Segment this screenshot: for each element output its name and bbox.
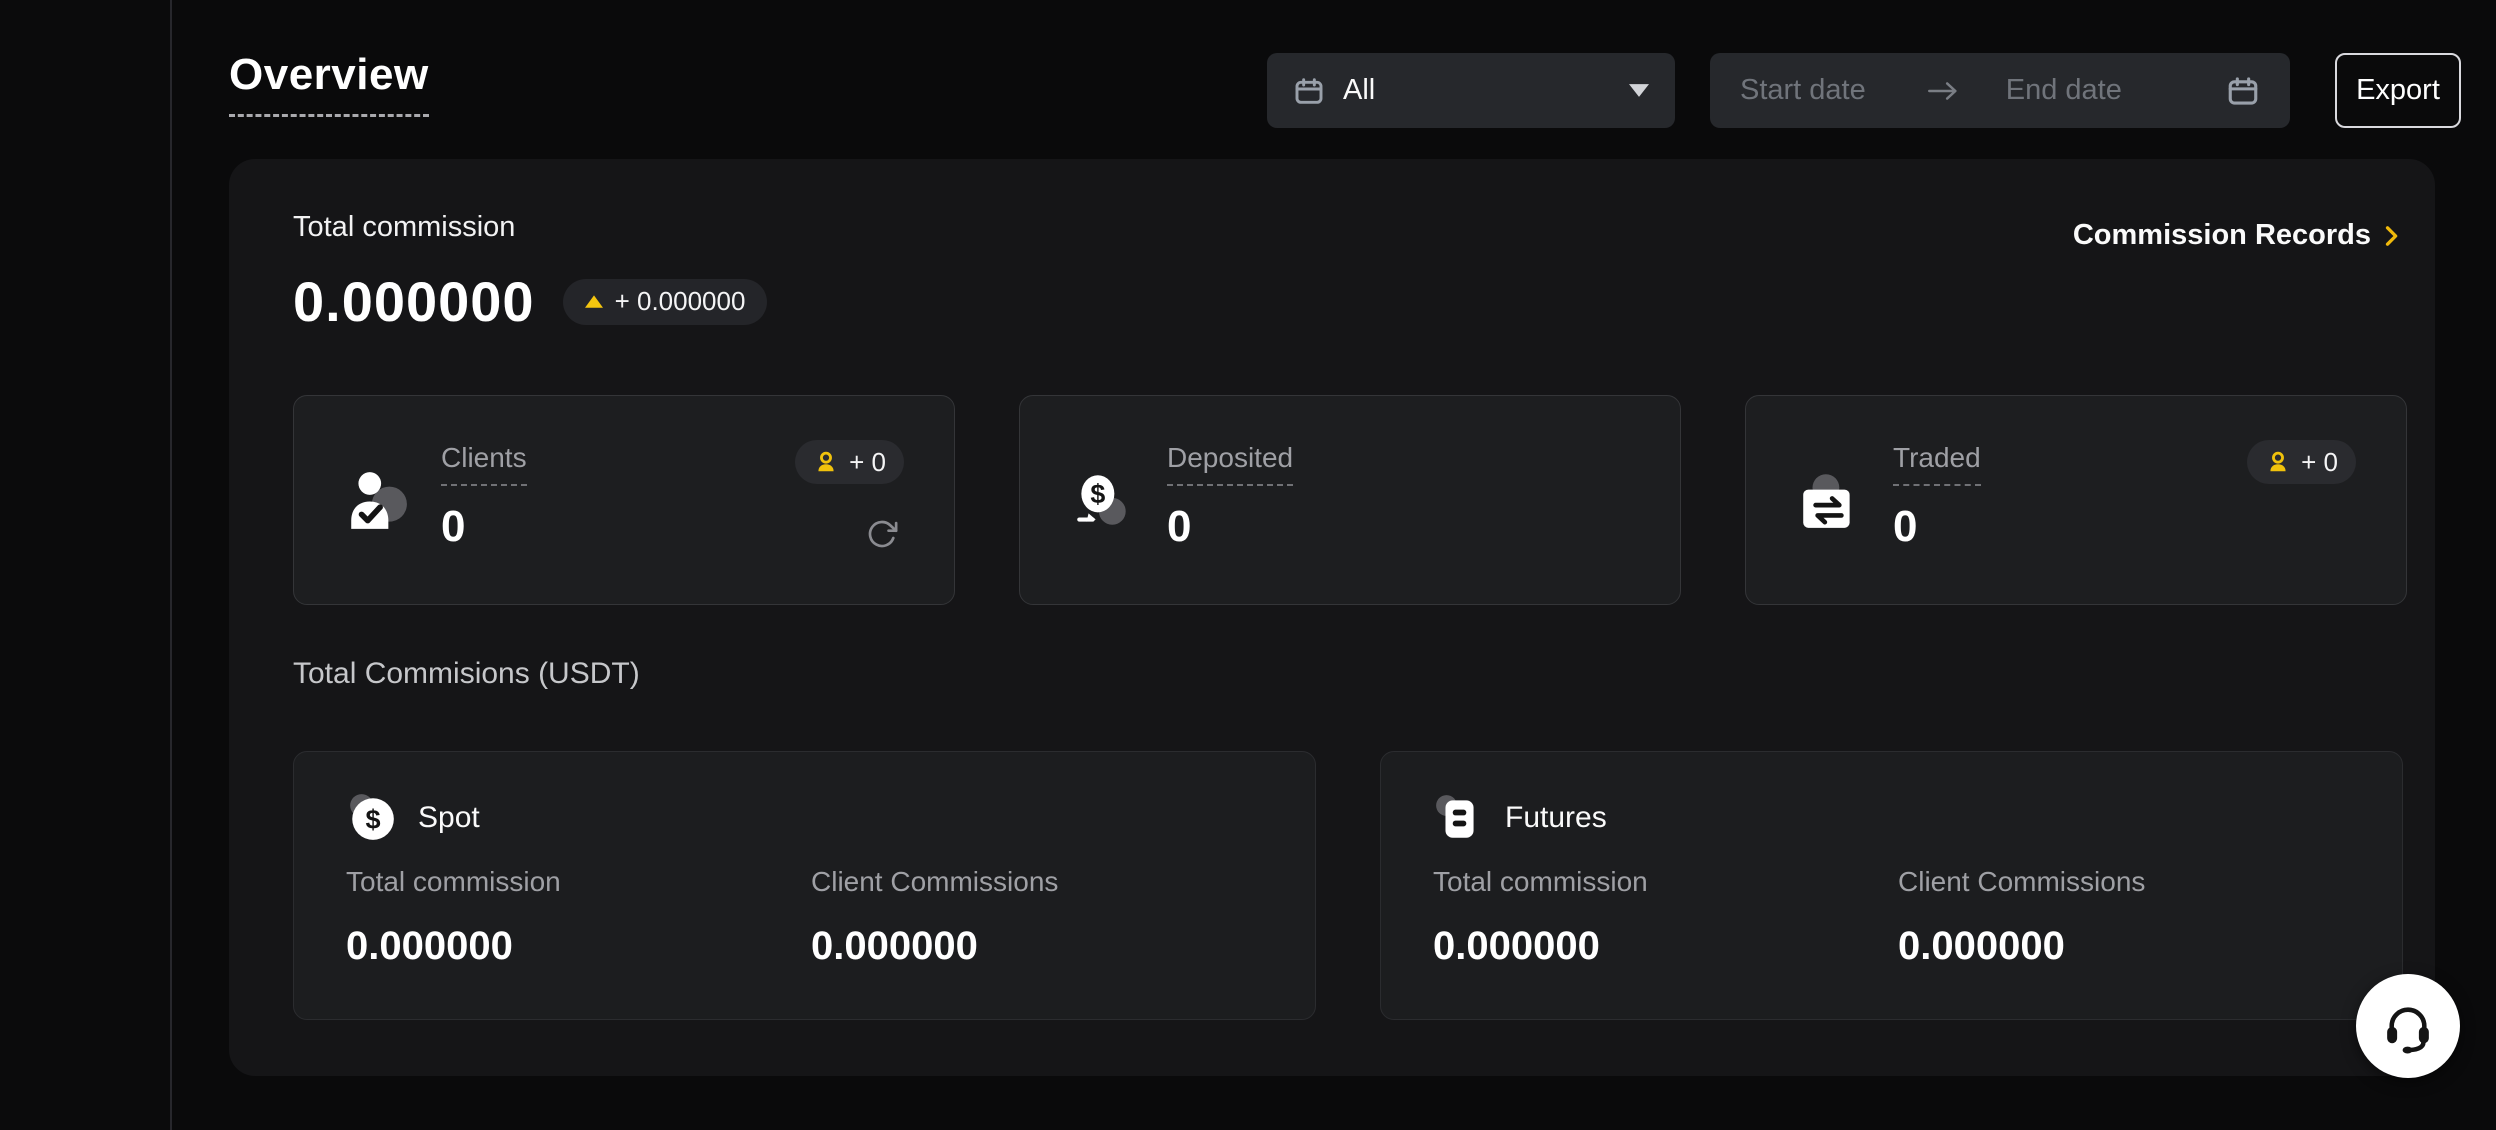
commission-card-futures: Futures Total commission 0.000000 Client… [1380,751,2403,1020]
export-button[interactable]: Export [2335,53,2461,128]
column-label: Client Commissions [811,866,1058,898]
person-icon [813,449,839,475]
total-commission-value: 0.000000 [293,269,535,334]
refresh-button[interactable] [866,518,898,550]
sidebar [0,0,172,1130]
column-value: 0.000000 [346,924,561,969]
card-name: Futures [1505,801,1607,835]
column-value: 0.000000 [1433,924,1648,969]
column-label: Client Commissions [1898,866,2145,898]
commission-records-link[interactable]: Commission Records [2073,219,2405,252]
overview-panel: Total commission 0.000000 + 0.000000 Com… [229,159,2435,1076]
stat-label: Traded [1893,442,1981,486]
section-title: Total Commisions (USDT) [293,657,640,691]
stat-card-traded: Traded 0 + 0 [1745,395,2407,605]
calendar-icon [1293,75,1325,107]
date-range-picker[interactable]: Start date End date [1710,53,2290,128]
svg-text:$: $ [366,804,381,834]
stat-card-clients: Clients 0 + 0 [293,395,955,605]
delta-badge: + 0.000000 [563,279,768,325]
person-icon [2265,449,2291,475]
caret-down-icon [1629,84,1649,97]
chevron-right-icon [2377,222,2405,250]
card-name: Spot [418,801,480,835]
stats-row: Clients 0 + 0 $ [293,395,2407,605]
stat-label: Deposited [1167,442,1293,486]
clients-delta-badge: + 0 [795,440,904,484]
stat-value: 0 [1167,502,1293,552]
commissions-row: $ Spot Total commission 0.000000 Client … [293,751,2403,1020]
header-controls: All Start date End date Export [1267,53,2461,128]
total-commission-label: Total commission [293,211,515,244]
refresh-icon [866,538,898,553]
delta-value: + 0.000000 [615,286,746,317]
period-dropdown[interactable]: All [1267,53,1675,128]
futures-doc-icon [1433,792,1485,844]
stat-card-deposited: $ Deposited 0 [1019,395,1681,605]
dollar-deposit-icon: $ [1070,468,1136,534]
start-date-input[interactable]: Start date [1740,74,1866,107]
triangle-up-icon [585,295,603,308]
support-button[interactable] [2356,974,2460,1078]
stat-value: 0 [441,502,527,552]
column-label: Total commission [1433,866,1648,898]
column-value: 0.000000 [1898,924,2145,969]
page-title: Overview [229,50,429,117]
trade-arrows-icon [1796,468,1862,534]
commission-card-spot: $ Spot Total commission 0.000000 Client … [293,751,1316,1020]
column-label: Total commission [346,866,561,898]
dollar-coin-icon: $ [346,792,398,844]
column-value: 0.000000 [811,924,1058,969]
traded-delta-badge: + 0 [2247,440,2356,484]
headset-icon [2379,997,2437,1055]
person-check-icon [344,468,410,534]
stat-value: 0 [1893,502,1981,552]
stat-label: Clients [441,442,527,486]
svg-text:$: $ [1090,479,1105,509]
end-date-input[interactable]: End date [2006,74,2122,107]
period-dropdown-value: All [1343,74,1375,107]
arrow-right-icon [1926,80,1960,102]
calendar-icon [2226,74,2260,108]
